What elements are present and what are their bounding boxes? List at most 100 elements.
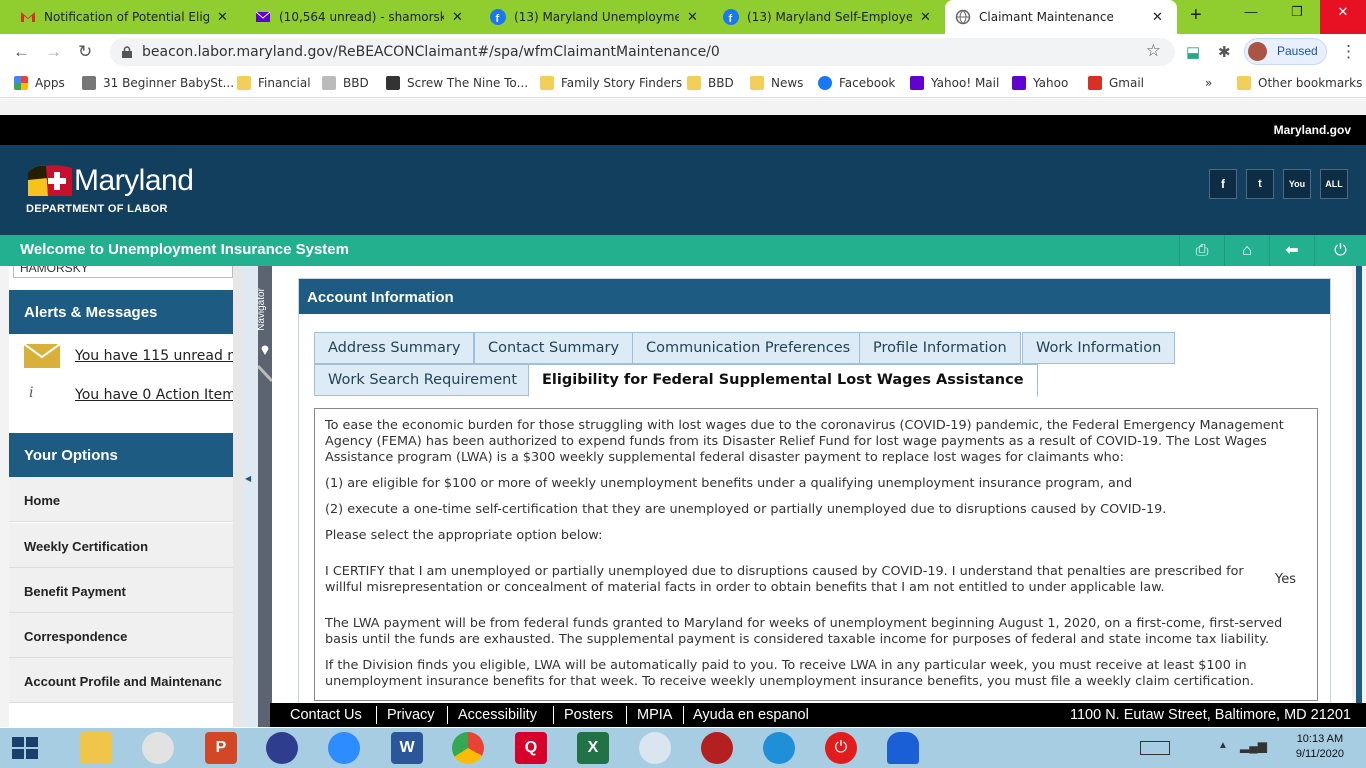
navigator-tab[interactable]: Navigator bbox=[256, 266, 272, 727]
game-icon[interactable] bbox=[701, 732, 733, 764]
eligibility-point-2: (2) execute a one-time self-certificatio… bbox=[325, 502, 1167, 517]
new-tab-icon[interactable]: + bbox=[1190, 4, 1202, 27]
keyboard-icon[interactable] bbox=[1140, 741, 1170, 755]
powerpoint-icon[interactable]: P bbox=[205, 732, 237, 764]
logout-power-icon[interactable]: ⏻ bbox=[1314, 235, 1366, 266]
footer-mpia[interactable]: MPIA bbox=[637, 707, 672, 723]
bookmark-item[interactable]: BBD bbox=[687, 76, 734, 90]
youtube-icon[interactable]: You bbox=[1283, 169, 1311, 199]
chrome-icon[interactable] bbox=[452, 732, 484, 764]
profile-button[interactable]: Paused bbox=[1244, 38, 1327, 65]
browser-tab-active[interactable]: Claimant Maintenance ✕ bbox=[945, 0, 1177, 34]
maryland-gov-link[interactable]: Maryland.gov bbox=[1274, 123, 1351, 137]
close-icon[interactable]: ✕ bbox=[920, 10, 931, 25]
menu-kebab-icon[interactable]: ⋮ bbox=[1340, 42, 1357, 62]
footer-posters[interactable]: Posters bbox=[564, 707, 613, 723]
bookmark-item[interactable]: News bbox=[750, 76, 803, 90]
scrollbar-thumb[interactable] bbox=[1356, 266, 1362, 703]
alert-unread-messages[interactable]: You have 115 unread m bbox=[75, 348, 233, 364]
bookmark-item[interactable]: Financial bbox=[237, 76, 311, 90]
tab-contact-summary[interactable]: Contact Summary bbox=[474, 332, 634, 364]
extensions-puzzle-icon[interactable]: ✱ bbox=[1218, 43, 1231, 61]
back-arrow-icon[interactable]: ⬅ bbox=[1269, 235, 1314, 266]
collapse-arrow-icon[interactable]: ◀ bbox=[245, 474, 251, 483]
print-icon[interactable]: ⎙ bbox=[1179, 235, 1224, 266]
bookmark-item[interactable]: Yahoo bbox=[1012, 76, 1068, 90]
tab-work-search-requirement[interactable]: Work Search Requirement bbox=[314, 364, 532, 396]
quicken-icon[interactable]: Q bbox=[515, 732, 547, 764]
browser-tab[interactable]: (10,564 unread) - shamorsky@y ✕ bbox=[245, 0, 477, 34]
all-social-icon[interactable]: ALL bbox=[1320, 169, 1348, 199]
file-explorer-icon[interactable] bbox=[80, 732, 112, 764]
footer-privacy[interactable]: Privacy bbox=[387, 707, 435, 723]
option-benefit-payment[interactable]: Benefit Payment bbox=[9, 568, 233, 613]
tab-work-information[interactable]: Work Information bbox=[1022, 332, 1176, 364]
option-account-profile[interactable]: Account Profile and Maintenanc bbox=[9, 658, 233, 703]
alert-item[interactable]: i You have 0 Action Item bbox=[9, 377, 233, 413]
bookmark-item[interactable]: Gmail bbox=[1088, 76, 1144, 90]
folder-icon bbox=[1237, 76, 1251, 90]
minimize-icon[interactable]: — bbox=[1228, 0, 1274, 34]
page-scrollbar[interactable] bbox=[1352, 266, 1366, 703]
home-icon[interactable]: ⌂ bbox=[1224, 235, 1269, 266]
twitter-icon[interactable]: t bbox=[1246, 169, 1274, 199]
close-icon[interactable]: ✕ bbox=[687, 10, 698, 25]
tray-chevron-icon[interactable]: ▲ bbox=[1218, 740, 1228, 751]
profile-status: Paused bbox=[1277, 44, 1318, 58]
restore-icon[interactable]: ❐ bbox=[1274, 0, 1320, 34]
edge-icon[interactable] bbox=[763, 732, 795, 764]
windows-start-icon[interactable] bbox=[12, 737, 38, 759]
option-weekly-certification[interactable]: Weekly Certification bbox=[9, 523, 233, 568]
address-bar[interactable]: beacon.labor.maryland.gov/ReBEACONClaima… bbox=[110, 38, 1175, 66]
browser-tab-title: (13) Maryland Unemployment C bbox=[514, 10, 679, 24]
tab-communication-preferences[interactable]: Communication Preferences bbox=[632, 332, 865, 364]
browser-tab-strip: Notification of Potential Eligibili ✕ (10… bbox=[0, 0, 1366, 34]
paint-icon[interactable] bbox=[639, 732, 671, 764]
bookmark-item[interactable]: Apps bbox=[14, 76, 65, 90]
zoom-icon[interactable] bbox=[328, 732, 360, 764]
other-bookmarks[interactable]: Other bookmarks bbox=[1237, 76, 1362, 90]
sidebar-scrollbar[interactable] bbox=[233, 266, 243, 727]
power-icon[interactable]: ⏻ bbox=[825, 732, 857, 764]
excel-icon[interactable]: X bbox=[577, 732, 609, 764]
bookmark-item[interactable]: Family Story Finders bbox=[540, 76, 682, 90]
extension-icon[interactable]: ⬓ bbox=[1186, 43, 1200, 61]
facebook-icon[interactable]: f bbox=[1209, 169, 1237, 199]
alert-item[interactable]: You have 115 unread m bbox=[9, 338, 233, 374]
bookmark-item[interactable]: Screw The Nine To... bbox=[386, 76, 528, 90]
forward-icon[interactable]: → bbox=[45, 42, 62, 62]
footer-ayuda[interactable]: Ayuda en espanol bbox=[693, 707, 809, 723]
bookmark-item[interactable]: Yahoo! Mail bbox=[910, 76, 999, 90]
window-close-icon[interactable]: ✕ bbox=[1320, 0, 1366, 34]
browser-tab[interactable]: f (13) Maryland Unemployment C ✕ bbox=[480, 0, 712, 34]
close-icon[interactable]: ✕ bbox=[217, 10, 228, 25]
close-icon[interactable]: ✕ bbox=[1152, 10, 1163, 25]
network-icon[interactable]: ▂▄▆ bbox=[1240, 739, 1267, 753]
system-clock[interactable]: 10:13 AM 9/11/2020 bbox=[1296, 732, 1344, 762]
back-icon[interactable]: ← bbox=[13, 42, 30, 62]
tab-profile-information[interactable]: Profile Information bbox=[859, 332, 1021, 364]
footer-accessibility[interactable]: Accessibility bbox=[458, 707, 537, 723]
bookmarks-overflow[interactable]: » bbox=[1205, 76, 1212, 90]
tab-address-summary[interactable]: Address Summary bbox=[314, 332, 475, 364]
collapse-strip[interactable]: ◀ bbox=[243, 266, 258, 727]
bookmark-item[interactable]: BBD bbox=[322, 76, 369, 90]
maryland-flag-icon bbox=[28, 165, 72, 196]
tab-lwa-eligibility[interactable]: Eligibility for Federal Supplemental Los… bbox=[528, 364, 1038, 397]
close-icon[interactable]: ✕ bbox=[452, 10, 463, 25]
malwarebytes-icon[interactable] bbox=[887, 732, 919, 764]
footer-contact-us[interactable]: Contact Us bbox=[290, 707, 362, 723]
word-icon[interactable]: W bbox=[391, 732, 423, 764]
eligible-text: If the Division finds you eligible, LWA … bbox=[325, 658, 1254, 689]
option-home[interactable]: Home bbox=[9, 477, 233, 522]
alert-action-items[interactable]: You have 0 Action Item bbox=[75, 387, 233, 403]
bookmark-star-icon[interactable]: ☆ bbox=[1146, 41, 1161, 61]
reload-icon[interactable]: ↻ bbox=[78, 42, 92, 62]
browser-tab[interactable]: f (13) Maryland Self-Employed Ur ✕ bbox=[713, 0, 945, 34]
option-correspondence[interactable]: Correspondence bbox=[9, 613, 233, 658]
bookmark-item[interactable]: Facebook bbox=[818, 76, 895, 90]
audio-app-icon[interactable] bbox=[266, 732, 298, 764]
bookmark-item[interactable]: 31 Beginner BabySt... bbox=[82, 76, 234, 90]
snipping-tool-icon[interactable] bbox=[142, 732, 174, 764]
browser-tab[interactable]: Notification of Potential Eligibili ✕ bbox=[10, 0, 242, 34]
